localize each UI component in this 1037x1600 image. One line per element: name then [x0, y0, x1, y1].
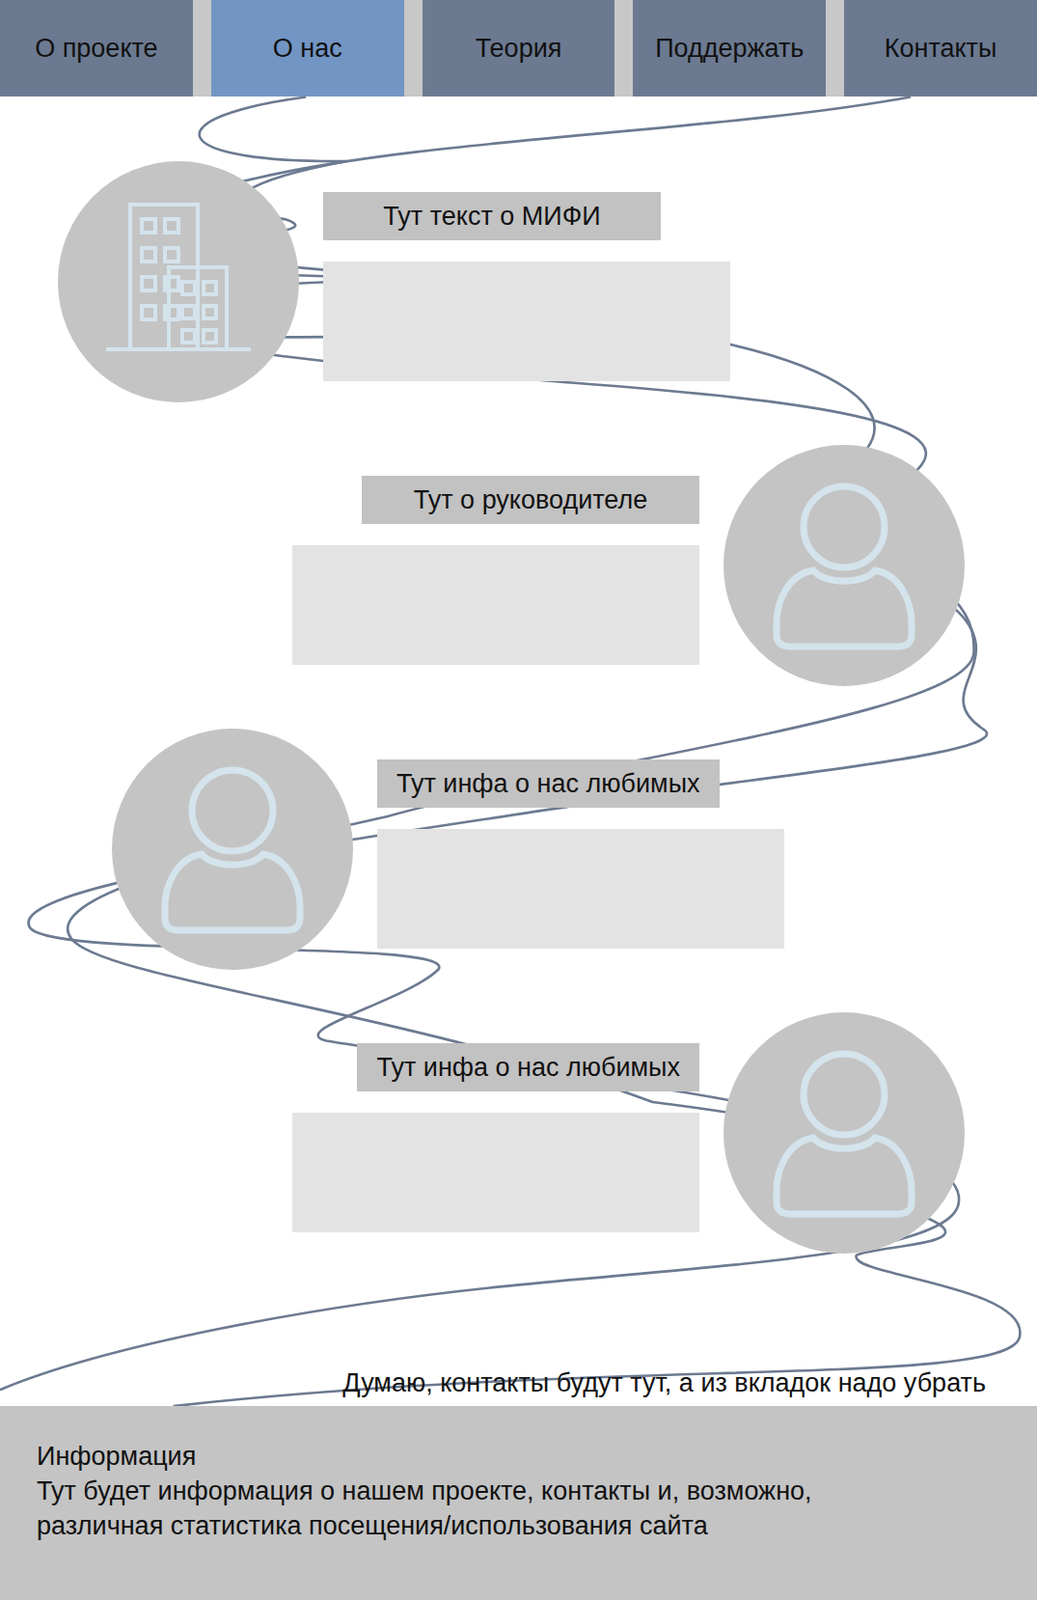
- section-title: Тут инфа о нас любимых: [377, 759, 720, 808]
- section-content: [377, 828, 785, 949]
- nav-tab[interactable]: О нас: [211, 0, 405, 97]
- about-section: Тут инфа о нас любимых: [0, 728, 1037, 970]
- section-title: Тут текст о МИФИ: [323, 191, 661, 241]
- about-section: Тут инфа о нас любимых: [0, 1011, 1037, 1254]
- page: О проектеО насТеорияПоддержатьКонтактыТу…: [0, 0, 1037, 1600]
- nav-tab[interactable]: Поддержать: [632, 0, 826, 97]
- footer-line: различная статистика посещения/использов…: [36, 1507, 1001, 1543]
- about-section: Тут текст о МИФИ: [0, 161, 1037, 403]
- avatar-circle: [723, 444, 965, 686]
- about-section: Тут о руководителе: [0, 444, 1037, 686]
- nav-tab[interactable]: Контакты: [844, 0, 1037, 97]
- avatar-circle: [723, 1011, 965, 1254]
- section-text: Тут текст о МИФИ: [323, 161, 731, 382]
- person-icon: [155, 762, 310, 936]
- note-area: Думаю, контакты будут тут, а из вкладок …: [0, 1253, 1037, 1406]
- section-text: Тут о руководителе: [292, 444, 700, 665]
- section-content: [292, 545, 700, 665]
- nav-tab[interactable]: Теория: [422, 0, 616, 97]
- section-content: [292, 1112, 700, 1232]
- footer: ИнформацияТут будет информация о нашем п…: [0, 1405, 1037, 1600]
- nav-tab[interactable]: О проекте: [0, 0, 193, 97]
- section-text: Тут инфа о нас любимых: [377, 728, 785, 949]
- avatar-circle: [57, 161, 300, 403]
- section-title: Тут о руководителе: [361, 475, 700, 524]
- about-sections: Тут текст о МИФИ Тут о руководителе Тут ин…: [0, 96, 1037, 1254]
- person-icon: [766, 478, 922, 653]
- avatar-circle: [111, 728, 354, 970]
- footer-line: Тут будет информация о нашем проекте, ко…: [36, 1473, 1001, 1508]
- section-content: [323, 261, 731, 382]
- person-icon: [766, 1045, 922, 1220]
- building-icon: [101, 199, 256, 364]
- note-text: Думаю, контакты будут тут, а из вкладок …: [342, 1367, 986, 1398]
- footer-title: Информация: [36, 1438, 1001, 1474]
- section-text: Тут инфа о нас любимых: [292, 1011, 700, 1232]
- section-title: Тут инфа о нас любимых: [356, 1042, 700, 1092]
- nav-bar: О проектеО насТеорияПоддержатьКонтакты: [0, 0, 1037, 97]
